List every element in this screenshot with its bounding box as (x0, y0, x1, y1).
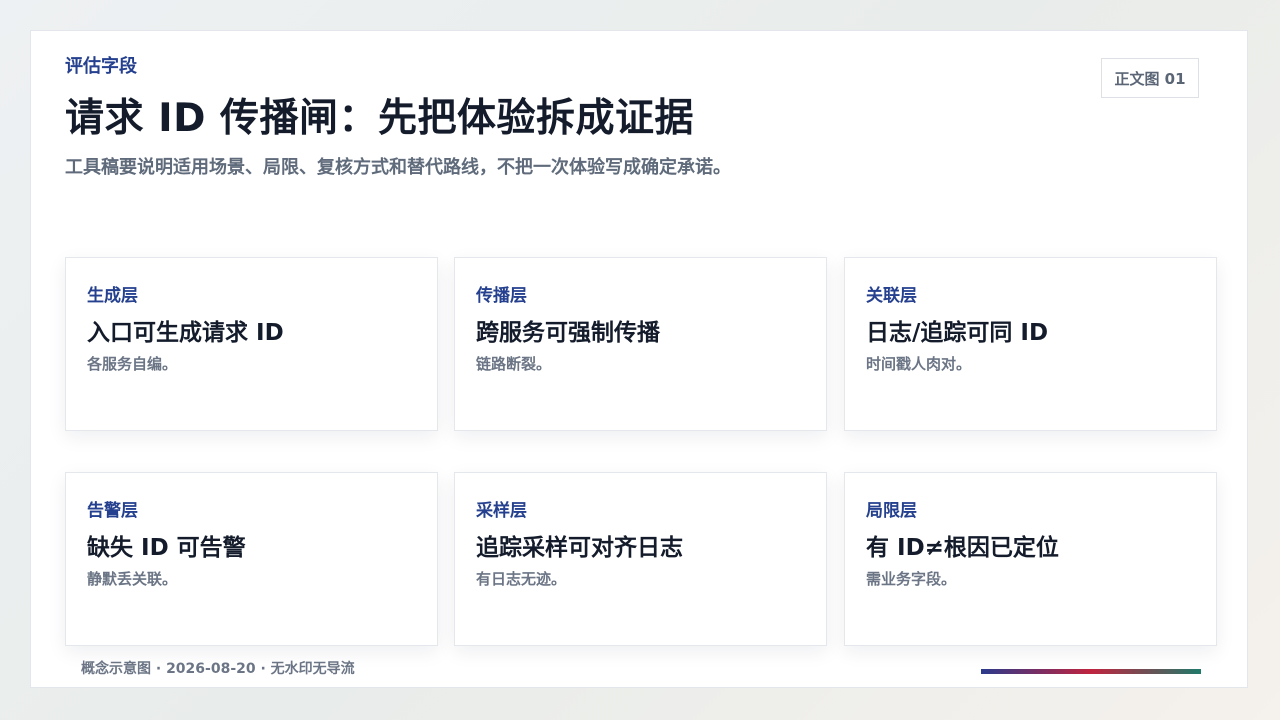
card-layer-label: 生成层 (87, 286, 138, 306)
card-heading: 缺失 ID 可告警 (87, 535, 246, 561)
section-kicker: 评估字段 (65, 56, 137, 77)
card-generation-layer: 生成层 入口可生成请求 ID 各服务自编。 (65, 257, 438, 431)
card-heading: 跨服务可强制传播 (476, 320, 660, 346)
card-heading: 追踪采样可对齐日志 (476, 535, 683, 561)
card-note: 有日志无迹。 (476, 570, 567, 588)
card-note: 时间戳人肉对。 (866, 355, 972, 373)
card-limitation-layer: 局限层 有 ID≠根因已定位 需业务字段。 (844, 472, 1217, 646)
card-layer-label: 采样层 (476, 501, 527, 521)
slide-panel: 评估字段 请求 ID 传播闸：先把体验拆成证据 工具稿要说明适用场景、局限、复核… (30, 30, 1248, 688)
card-sampling-layer: 采样层 追踪采样可对齐日志 有日志无迹。 (454, 472, 827, 646)
card-layer-label: 传播层 (476, 286, 527, 306)
card-layer-label: 局限层 (866, 501, 917, 521)
card-heading: 入口可生成请求 ID (87, 320, 284, 346)
card-note: 需业务字段。 (866, 570, 957, 588)
card-layer-label: 关联层 (866, 286, 917, 306)
card-note: 静默丢关联。 (87, 570, 178, 588)
card-alert-layer: 告警层 缺失 ID 可告警 静默丢关联。 (65, 472, 438, 646)
card-layer-label: 告警层 (87, 501, 138, 521)
accent-gradient-bar (981, 669, 1201, 674)
card-heading: 有 ID≠根因已定位 (866, 535, 1059, 561)
card-note: 各服务自编。 (87, 355, 178, 373)
card-propagation-layer: 传播层 跨服务可强制传播 链路断裂。 (454, 257, 827, 431)
card-note: 链路断裂。 (476, 355, 552, 373)
footer-caption: 概念示意图 · 2026-08-20 · 无水印无导流 (81, 661, 355, 677)
page-title: 请求 ID 传播闸：先把体验拆成证据 (65, 96, 695, 141)
page-subtitle: 工具稿要说明适用场景、局限、复核方式和替代路线，不把一次体验写成确定承诺。 (65, 157, 731, 178)
card-correlation-layer: 关联层 日志/追踪可同 ID 时间戳人肉对。 (844, 257, 1217, 431)
card-heading: 日志/追踪可同 ID (866, 320, 1049, 346)
figure-badge: 正文图 01 (1101, 58, 1199, 98)
